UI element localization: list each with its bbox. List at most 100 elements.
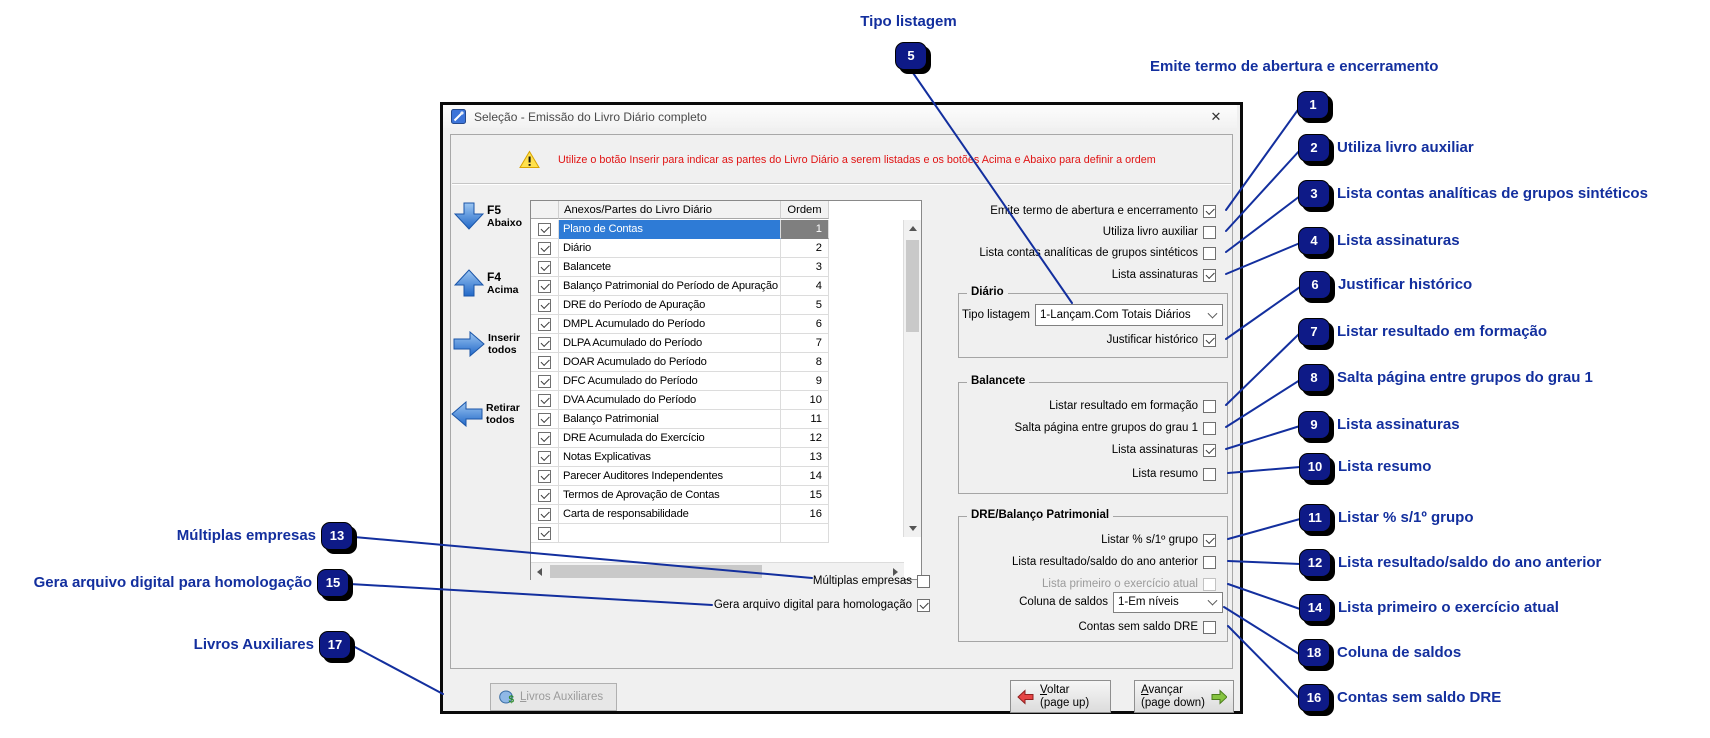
- option-lista-resultado-saldo[interactable]: Lista resultado/saldo do ano anterior: [1012, 554, 1216, 570]
- table-row[interactable]: DVA Acumulado do Período 10: [531, 391, 829, 410]
- utiliza-livro-checkbox[interactable]: [1203, 225, 1216, 239]
- callout-badge-15: 15: [317, 569, 349, 597]
- table-header-order[interactable]: Ordem: [781, 201, 829, 219]
- callout-badge-6: 6: [1299, 271, 1331, 299]
- salta-pagina-checkbox[interactable]: [1203, 421, 1216, 435]
- emite-termo-checkbox[interactable]: [1203, 204, 1216, 218]
- listar-resultado-checkbox[interactable]: [1203, 399, 1216, 413]
- option-emite-termo[interactable]: Emite termo de abertura e encerramento: [990, 203, 1216, 219]
- table-row[interactable]: DFC Acumulado do Período 9: [531, 372, 829, 391]
- arrow-right-icon: [453, 331, 485, 357]
- row-checkbox[interactable]: [538, 488, 551, 502]
- lista-resultado-saldo-checkbox[interactable]: [1203, 555, 1216, 569]
- app-icon: [451, 109, 466, 124]
- table-row[interactable]: Diário 2: [531, 239, 829, 258]
- row-checkbox[interactable]: [538, 412, 551, 426]
- option-listar-resultado[interactable]: Listar resultado em formação: [1049, 398, 1216, 414]
- row-checkbox[interactable]: [538, 222, 551, 236]
- vertical-scroll-thumb[interactable]: [906, 240, 919, 332]
- vertical-scrollbar[interactable]: [903, 220, 921, 537]
- row-checkbox[interactable]: [538, 393, 551, 407]
- callout-badge-14: 14: [1299, 594, 1331, 622]
- row-checkbox[interactable]: [538, 298, 551, 312]
- option-salta-pagina[interactable]: Salta página entre grupos do grau 1: [1015, 420, 1216, 436]
- avancar-button[interactable]: Avançar (page down): [1134, 680, 1234, 713]
- voltar-button[interactable]: Voltar (page up): [1010, 680, 1111, 713]
- row-checkbox[interactable]: [538, 241, 551, 255]
- gera-arquivo-checkbox[interactable]: [917, 598, 930, 612]
- coluna-saldos-select[interactable]: 1-Em níveis: [1113, 591, 1223, 613]
- table-header-parts[interactable]: Anexos/Partes do Livro Diário: [559, 201, 781, 219]
- callout-badge-7: 7: [1298, 318, 1330, 346]
- move-up-button[interactable]: F4 Acima: [454, 269, 519, 297]
- table-row[interactable]: Termos de Aprovação de Contas 15: [531, 486, 829, 505]
- table-row[interactable]: Balanço Patrimonial 11: [531, 410, 829, 429]
- tipo-listagem-row: Tipo listagem 1-Lançam.Com Totais Diário…: [962, 304, 1223, 326]
- table-row[interactable]: Notas Explicativas 13: [531, 448, 829, 467]
- option-utiliza-livro[interactable]: Utiliza livro auxiliar: [1103, 224, 1216, 240]
- row-checkbox[interactable]: [538, 355, 551, 369]
- contas-sem-saldo-checkbox[interactable]: [1203, 620, 1216, 634]
- table-row[interactable]: DMPL Acumulado do Período 6: [531, 315, 829, 334]
- row-checkbox[interactable]: [538, 469, 551, 483]
- move-down-button[interactable]: F5 Abaixo: [454, 202, 522, 230]
- option-lista-analiticas[interactable]: Lista contas analíticas de grupos sintét…: [979, 245, 1216, 261]
- callout-label-15: Gera arquivo digital para homologação: [33, 574, 312, 591]
- table-row[interactable]: DLPA Acumulado do Período 7: [531, 334, 829, 353]
- option-lista-resumo[interactable]: Lista resumo: [1132, 466, 1216, 482]
- separator: [452, 183, 1231, 185]
- auxiliary-books-icon: $: [499, 690, 515, 704]
- table-row[interactable]: DRE do Período de Apuração 5: [531, 296, 829, 315]
- callout-badge-18: 18: [1298, 639, 1330, 667]
- horizontal-scroll-thumb[interactable]: [550, 565, 762, 578]
- row-checkbox[interactable]: [538, 317, 551, 331]
- scroll-left-icon[interactable]: [531, 563, 548, 580]
- row-checkbox[interactable]: [538, 336, 551, 350]
- livros-auxiliares-button: $ Livros Auxiliares: [490, 683, 617, 711]
- livros-auxiliares-label: Livros Auxiliares: [520, 691, 604, 703]
- row-checkbox[interactable]: [538, 279, 551, 293]
- option-label: Gera arquivo digital para homologação: [713, 599, 912, 611]
- option-label: Listar % s/1º grupo: [1101, 534, 1198, 546]
- table-viewport: Anexos/Partes do Livro Diário Ordem Plan…: [531, 201, 904, 561]
- table-row[interactable]: Plano de Contas 1: [531, 220, 829, 239]
- lista-assinaturas-checkbox[interactable]: [1203, 268, 1216, 282]
- row-checkbox[interactable]: [538, 260, 551, 274]
- table-row[interactable]: Carta de responsabilidade 16: [531, 505, 829, 524]
- table-row[interactable]: Balanço Patrimonial do Período de Apuraç…: [531, 277, 829, 296]
- callout-badge-16: 16: [1298, 684, 1330, 712]
- row-checkbox[interactable]: [538, 431, 551, 445]
- option-label: Contas sem saldo DRE: [1078, 621, 1198, 633]
- option-label: Listar resultado em formação: [1049, 400, 1198, 412]
- table-row[interactable]: DRE Acumulada do Exercício 12: [531, 429, 829, 448]
- option-lista-assinaturas-balancete[interactable]: Lista assinaturas: [1112, 442, 1216, 458]
- lista-resumo-checkbox[interactable]: [1203, 467, 1216, 481]
- option-gera-arquivo[interactable]: Gera arquivo digital para homologação: [714, 597, 930, 613]
- option-lista-assinaturas[interactable]: Lista assinaturas: [1112, 267, 1216, 283]
- scroll-down-icon[interactable]: [904, 520, 921, 537]
- tipo-listagem-label: Tipo listagem: [962, 309, 1030, 321]
- listar-pct-checkbox[interactable]: [1203, 533, 1216, 547]
- remove-all-button[interactable]: Retirar todos: [451, 401, 520, 427]
- insert-all-button[interactable]: Inserir todos: [453, 331, 520, 357]
- table-row[interactable]: Parecer Auditores Independentes 14: [531, 467, 829, 486]
- row-checkbox[interactable]: [538, 507, 551, 521]
- lista-assinaturas-balancete-checkbox[interactable]: [1203, 443, 1216, 457]
- scroll-up-icon[interactable]: [904, 220, 921, 237]
- table-row[interactable]: Balancete 3: [531, 258, 829, 277]
- dialog-title: Seleção - Emissão do Livro Diário comple…: [474, 109, 707, 124]
- row-checkbox[interactable]: [538, 374, 551, 388]
- multiplas-empresas-checkbox[interactable]: [917, 574, 930, 588]
- lista-analiticas-checkbox[interactable]: [1203, 246, 1216, 260]
- callout-badge-3: 3: [1298, 180, 1330, 208]
- option-justificar[interactable]: Justificar histórico: [1107, 332, 1216, 348]
- option-listar-pct[interactable]: Listar % s/1º grupo: [1101, 532, 1216, 548]
- justificar-checkbox[interactable]: [1203, 333, 1216, 347]
- option-multiplas-empresas[interactable]: Múltiplas empresas: [813, 573, 930, 589]
- close-icon[interactable]: ✕: [1205, 108, 1227, 125]
- table-row[interactable]: DOAR Acumulado do Período 8: [531, 353, 829, 372]
- tipo-listagem-select[interactable]: 1-Lançam.Com Totais Diários: [1035, 304, 1223, 326]
- row-checkbox[interactable]: [538, 450, 551, 464]
- option-contas-sem-saldo[interactable]: Contas sem saldo DRE: [1078, 619, 1216, 635]
- callout-label-8: Salta página entre grupos do grau 1: [1337, 369, 1593, 386]
